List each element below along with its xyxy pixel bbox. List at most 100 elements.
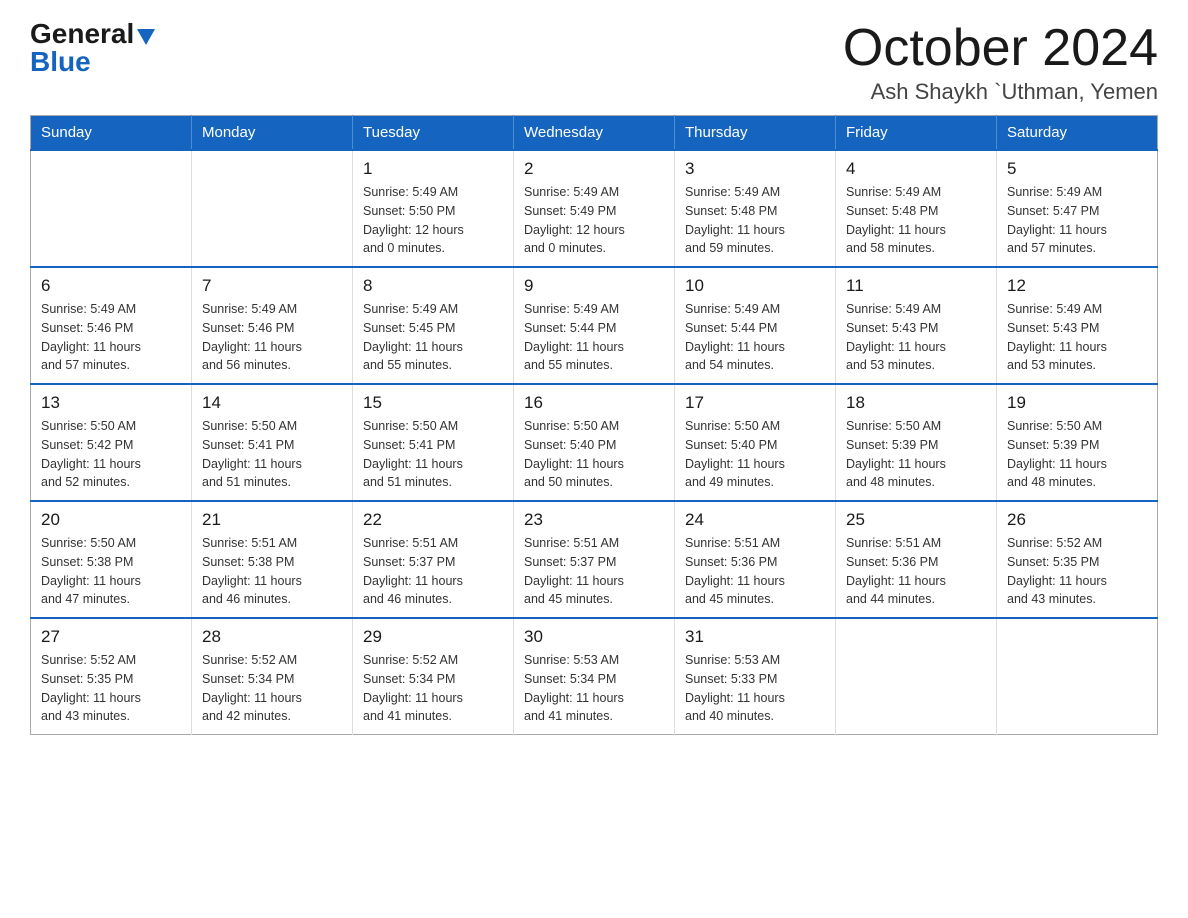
calendar-header-row: SundayMondayTuesdayWednesdayThursdayFrid…: [31, 116, 1158, 151]
calendar-cell: 9Sunrise: 5:49 AMSunset: 5:44 PMDaylight…: [514, 267, 675, 384]
calendar-week-row: 6Sunrise: 5:49 AMSunset: 5:46 PMDaylight…: [31, 267, 1158, 384]
calendar-cell: 24 Sunrise: 5:51 AMSunset: 5:36 PMDayligh…: [675, 501, 836, 618]
day-info: Sunrise: 5:49 AMSunset: 5:49 PMDaylight:…: [524, 183, 664, 258]
calendar-cell: 26 Sunrise: 5:52 AMSunset: 5:35 PMDayligh…: [997, 501, 1158, 618]
day-info: Sunrise: 5:53 AMSunset: 5:34 PMDaylight:…: [524, 651, 664, 726]
day-info: Sunrise: 5:50 AMSunset: 5:42 PMDaylight:…: [41, 417, 181, 492]
day-number: 11: [846, 276, 986, 296]
calendar-week-row: 27Sunrise: 5:52 AMSunset: 5:35 PMDayligh…: [31, 618, 1158, 735]
day-number: 30: [524, 627, 664, 647]
day-info: Sunrise: 5:50 AMSunset: 5:41 PMDaylight:…: [202, 417, 342, 492]
day-number: 20: [41, 510, 181, 530]
calendar-cell: 12 Sunrise: 5:49 AMSunset: 5:43 PMDayligh…: [997, 267, 1158, 384]
calendar-cell: 23Sunrise: 5:51 AMSunset: 5:37 PMDayligh…: [514, 501, 675, 618]
calendar-cell: 7Sunrise: 5:49 AMSunset: 5:46 PMDaylight…: [192, 267, 353, 384]
day-info: Sunrise: 5:49 AMSunset: 5:48 PMDaylight:…: [685, 183, 825, 258]
calendar-cell: 30 Sunrise: 5:53 AMSunset: 5:34 PMDayligh…: [514, 618, 675, 735]
calendar-table: SundayMondayTuesdayWednesdayThursdayFrid…: [30, 115, 1158, 735]
day-info: Sunrise: 5:50 AMSunset: 5:38 PMDaylight:…: [41, 534, 181, 609]
logo-general: General: [30, 18, 134, 49]
day-info: Sunrise: 5:49 AMSunset: 5:44 PMDaylight:…: [685, 300, 825, 375]
day-number: 16: [524, 393, 664, 413]
title-block: October 2024 Ash Shaykh `Uthman, Yemen: [843, 20, 1158, 105]
day-info: Sunrise: 5:50 AMSunset: 5:39 PMDaylight:…: [1007, 417, 1147, 492]
day-number: 19: [1007, 393, 1147, 413]
day-number: 18: [846, 393, 986, 413]
page-subtitle: Ash Shaykh `Uthman, Yemen: [843, 79, 1158, 105]
calendar-cell: [836, 618, 997, 735]
day-info: Sunrise: 5:52 AMSunset: 5:34 PMDaylight:…: [363, 651, 503, 726]
day-number: 15: [363, 393, 503, 413]
calendar-cell: 29 Sunrise: 5:52 AMSunset: 5:34 PMDayligh…: [353, 618, 514, 735]
day-number: 28: [202, 627, 342, 647]
calendar-cell: [997, 618, 1158, 735]
calendar-cell: 18Sunrise: 5:50 AMSunset: 5:39 PMDayligh…: [836, 384, 997, 501]
day-info: Sunrise: 5:50 AMSunset: 5:41 PMDaylight:…: [363, 417, 503, 492]
day-number: 25: [846, 510, 986, 530]
calendar-cell: 8 Sunrise: 5:49 AMSunset: 5:45 PMDaylight…: [353, 267, 514, 384]
day-number: 10: [685, 276, 825, 296]
calendar-cell: 2Sunrise: 5:49 AMSunset: 5:49 PMDaylight…: [514, 150, 675, 267]
day-info: Sunrise: 5:51 AMSunset: 5:37 PMDaylight:…: [363, 534, 503, 609]
day-number: 1: [363, 159, 503, 179]
calendar-cell: 20 Sunrise: 5:50 AMSunset: 5:38 PMDayligh…: [31, 501, 192, 618]
day-info: Sunrise: 5:50 AMSunset: 5:40 PMDaylight:…: [524, 417, 664, 492]
day-info: Sunrise: 5:50 AMSunset: 5:40 PMDaylight:…: [685, 417, 825, 492]
logo: General Blue: [30, 20, 155, 76]
calendar-week-row: 1 Sunrise: 5:49 AMSunset: 5:50 PMDaylight…: [31, 150, 1158, 267]
day-info: Sunrise: 5:49 AMSunset: 5:43 PMDaylight:…: [1007, 300, 1147, 375]
day-info: Sunrise: 5:49 AMSunset: 5:48 PMDaylight:…: [846, 183, 986, 258]
calendar-cell: 31 Sunrise: 5:53 AMSunset: 5:33 PMDayligh…: [675, 618, 836, 735]
day-number: 26: [1007, 510, 1147, 530]
day-number: 21: [202, 510, 342, 530]
day-info: Sunrise: 5:52 AMSunset: 5:35 PMDaylight:…: [1007, 534, 1147, 609]
calendar-cell: 14 Sunrise: 5:50 AMSunset: 5:41 PMDayligh…: [192, 384, 353, 501]
calendar-cell: 19 Sunrise: 5:50 AMSunset: 5:39 PMDayligh…: [997, 384, 1158, 501]
day-info: Sunrise: 5:52 AMSunset: 5:35 PMDaylight:…: [41, 651, 181, 726]
day-number: 12: [1007, 276, 1147, 296]
day-info: Sunrise: 5:49 AMSunset: 5:50 PMDaylight:…: [363, 183, 503, 258]
calendar-week-row: 13 Sunrise: 5:50 AMSunset: 5:42 PMDayligh…: [31, 384, 1158, 501]
calendar-cell: 6Sunrise: 5:49 AMSunset: 5:46 PMDaylight…: [31, 267, 192, 384]
day-info: Sunrise: 5:52 AMSunset: 5:34 PMDaylight:…: [202, 651, 342, 726]
day-info: Sunrise: 5:51 AMSunset: 5:36 PMDaylight:…: [685, 534, 825, 609]
day-info: Sunrise: 5:49 AMSunset: 5:46 PMDaylight:…: [41, 300, 181, 375]
calendar-cell: 13 Sunrise: 5:50 AMSunset: 5:42 PMDayligh…: [31, 384, 192, 501]
calendar-cell: 15 Sunrise: 5:50 AMSunset: 5:41 PMDayligh…: [353, 384, 514, 501]
day-info: Sunrise: 5:49 AMSunset: 5:46 PMDaylight:…: [202, 300, 342, 375]
calendar-cell: 4Sunrise: 5:49 AMSunset: 5:48 PMDaylight…: [836, 150, 997, 267]
calendar-header-saturday: Saturday: [997, 116, 1158, 151]
day-info: Sunrise: 5:49 AMSunset: 5:45 PMDaylight:…: [363, 300, 503, 375]
page-header: General Blue October 2024 Ash Shaykh `Ut…: [30, 20, 1158, 105]
day-number: 24: [685, 510, 825, 530]
calendar-header-tuesday: Tuesday: [353, 116, 514, 151]
day-number: 8: [363, 276, 503, 296]
day-number: 14: [202, 393, 342, 413]
calendar-cell: 16 Sunrise: 5:50 AMSunset: 5:40 PMDayligh…: [514, 384, 675, 501]
day-info: Sunrise: 5:51 AMSunset: 5:36 PMDaylight:…: [846, 534, 986, 609]
calendar-header-sunday: Sunday: [31, 116, 192, 151]
calendar-header-wednesday: Wednesday: [514, 116, 675, 151]
calendar-cell: 17 Sunrise: 5:50 AMSunset: 5:40 PMDayligh…: [675, 384, 836, 501]
day-number: 3: [685, 159, 825, 179]
day-number: 5: [1007, 159, 1147, 179]
day-number: 23: [524, 510, 664, 530]
calendar-cell: 3 Sunrise: 5:49 AMSunset: 5:48 PMDaylight…: [675, 150, 836, 267]
calendar-cell: 11Sunrise: 5:49 AMSunset: 5:43 PMDayligh…: [836, 267, 997, 384]
logo-blue: Blue: [30, 46, 91, 77]
calendar-cell: 10 Sunrise: 5:49 AMSunset: 5:44 PMDayligh…: [675, 267, 836, 384]
calendar-cell: 28 Sunrise: 5:52 AMSunset: 5:34 PMDayligh…: [192, 618, 353, 735]
day-info: Sunrise: 5:51 AMSunset: 5:38 PMDaylight:…: [202, 534, 342, 609]
day-info: Sunrise: 5:53 AMSunset: 5:33 PMDaylight:…: [685, 651, 825, 726]
calendar-cell: [31, 150, 192, 267]
calendar-cell: 5Sunrise: 5:49 AMSunset: 5:47 PMDaylight…: [997, 150, 1158, 267]
day-number: 29: [363, 627, 503, 647]
day-number: 17: [685, 393, 825, 413]
calendar-cell: 21 Sunrise: 5:51 AMSunset: 5:38 PMDayligh…: [192, 501, 353, 618]
calendar-week-row: 20 Sunrise: 5:50 AMSunset: 5:38 PMDayligh…: [31, 501, 1158, 618]
day-number: 9: [524, 276, 664, 296]
day-number: 31: [685, 627, 825, 647]
day-number: 13: [41, 393, 181, 413]
calendar-cell: 22Sunrise: 5:51 AMSunset: 5:37 PMDayligh…: [353, 501, 514, 618]
calendar-cell: 27Sunrise: 5:52 AMSunset: 5:35 PMDayligh…: [31, 618, 192, 735]
